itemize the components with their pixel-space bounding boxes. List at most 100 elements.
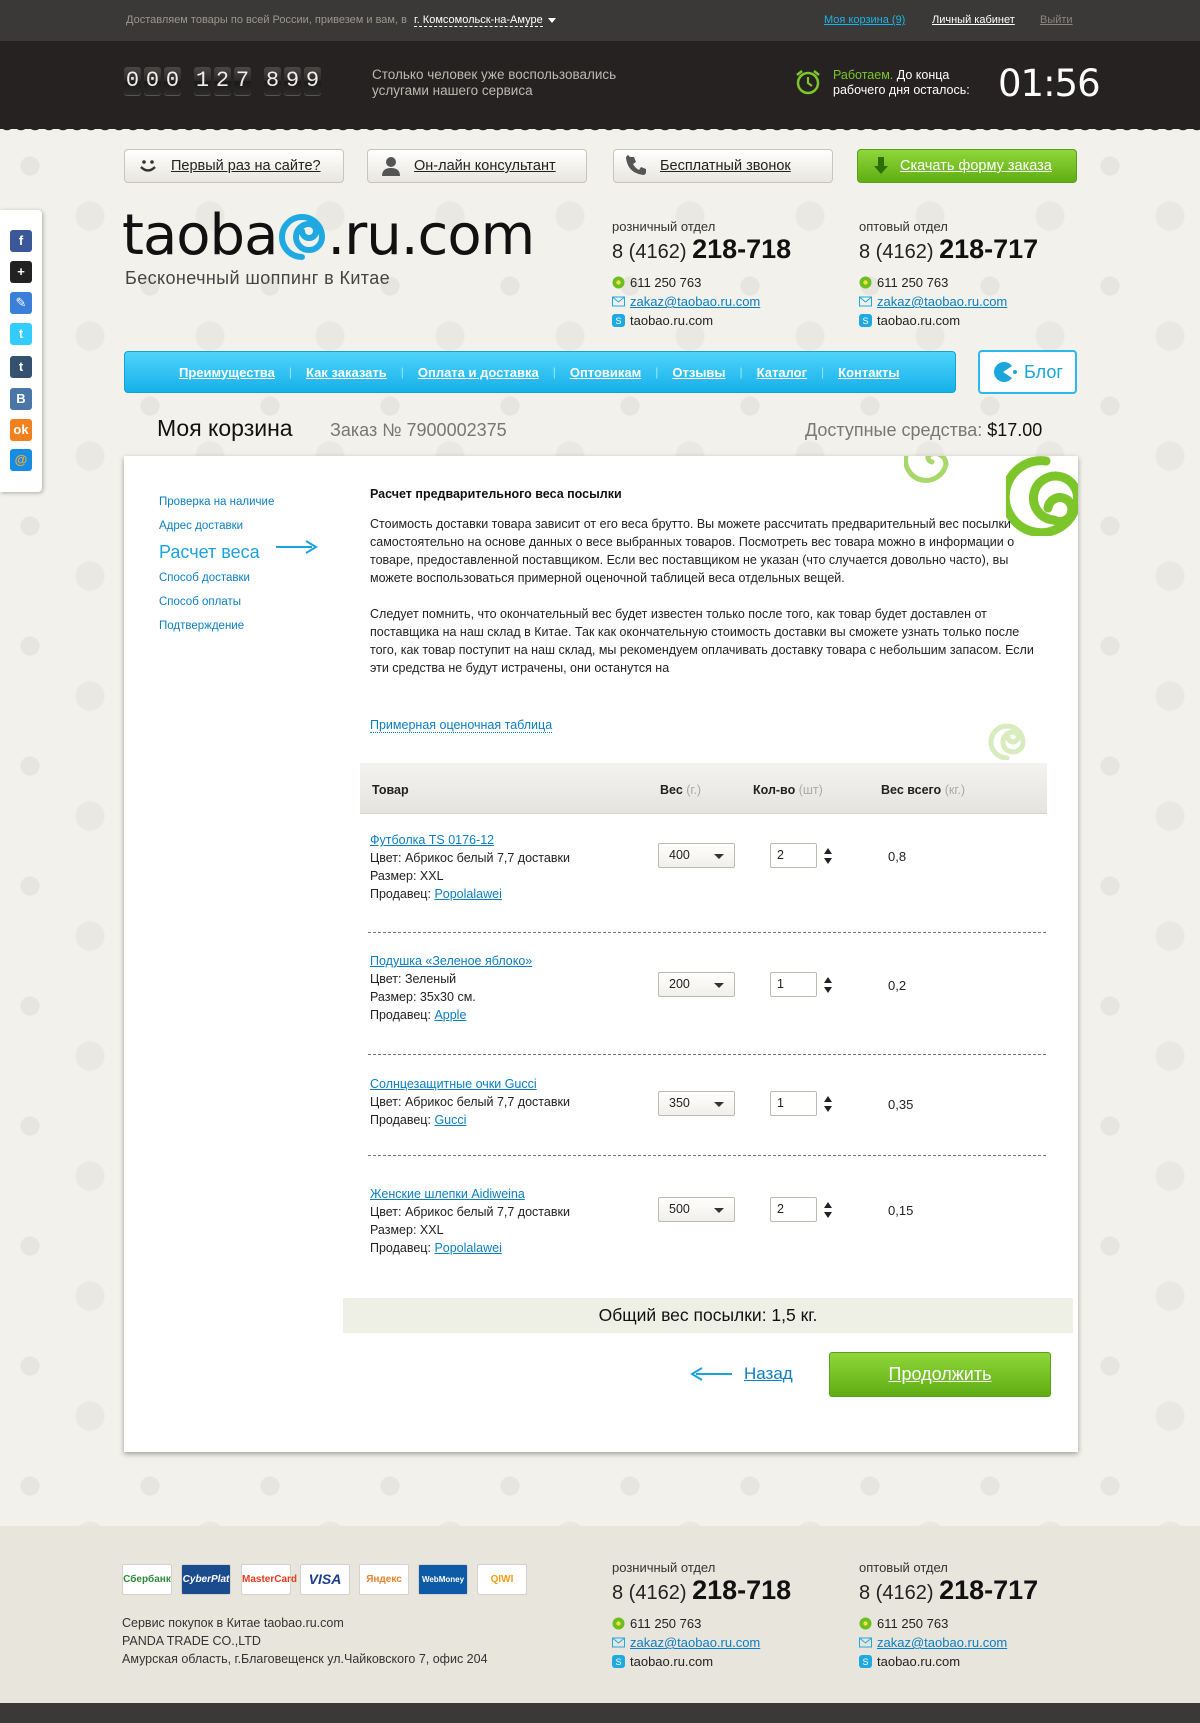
free-call-button[interactable]: Бесплатный звонок: [613, 149, 833, 183]
info-paragraph-2: Следует помнить, что окончательный вес б…: [370, 607, 1034, 675]
quantity-stepper-icon[interactable]: [823, 1201, 833, 1219]
step-weight[interactable]: Расчет веса: [159, 538, 274, 566]
seller-link[interactable]: Popolalawei: [434, 1241, 501, 1255]
step-availability[interactable]: Проверка на наличие: [159, 490, 274, 514]
wholesale-email-link[interactable]: zakaz@taobao.ru.com: [877, 294, 1007, 309]
wholesale-label: оптовый отдел: [859, 219, 948, 234]
nav-payment-delivery[interactable]: Оплата и доставка: [404, 365, 553, 380]
weight-value: 500: [669, 1202, 690, 1216]
quantity-stepper-icon[interactable]: [823, 847, 833, 865]
vkontakte-icon[interactable]: B: [10, 388, 32, 410]
retail-phone: 8 (4162) 218-718: [612, 1575, 791, 1606]
site-logo[interactable]: taoba .ru.com: [122, 206, 535, 266]
odnoklassniki-icon[interactable]: ok: [10, 419, 32, 441]
col-item: Товар: [372, 783, 409, 797]
retail-contacts: розничный отдел 8 (4162) 218-718 611 250…: [612, 219, 791, 328]
weight-value: 400: [669, 848, 690, 862]
logout-link[interactable]: Выйти: [1040, 14, 1073, 26]
seller-link[interactable]: Apple: [434, 1008, 466, 1022]
footer-wholesale-contacts: оптовый отдел 8 (4162) 218-717 611 250 7…: [859, 1560, 1038, 1669]
city-selector[interactable]: г. Комсомольск-на-Амуре: [414, 14, 543, 27]
first-time-button[interactable]: Первый раз на сайте?: [124, 149, 344, 183]
counter-digit: 9: [304, 67, 321, 95]
mail-ru-icon[interactable]: @: [10, 449, 32, 471]
email-icon: [859, 1637, 872, 1648]
working-hours: Работаем. До конца рабочего дня осталось…: [833, 68, 970, 98]
step-address[interactable]: Адрес доставки: [159, 514, 274, 538]
wholesale-phone: 8 (4162) 218-717: [859, 1575, 1038, 1606]
twitter-icon[interactable]: t: [10, 323, 32, 345]
back-button[interactable]: Назад: [690, 1364, 793, 1384]
quantity-input[interactable]: 2: [770, 1197, 817, 1222]
download-form-button[interactable]: Скачать форму заказа: [857, 149, 1077, 183]
chevron-down-icon[interactable]: [547, 17, 556, 23]
wholesale-email-link[interactable]: zakaz@taobao.ru.com: [877, 1635, 1007, 1650]
table-row: Футболка TS 0176-12 Цвет: Абрикос белый …: [370, 831, 570, 903]
blog-button[interactable]: Блог: [978, 350, 1077, 394]
seller-link[interactable]: Popolalawei: [434, 887, 501, 901]
email-icon: [859, 296, 872, 307]
mastercard-logo: MasterCard: [241, 1564, 297, 1595]
nav-reviews[interactable]: Отзывы: [658, 365, 739, 380]
facebook-icon[interactable]: f: [10, 230, 32, 252]
footer-retail-contacts: розничный отдел 8 (4162) 218-718 611 250…: [612, 1560, 791, 1669]
user-icon: [382, 157, 400, 176]
product-link[interactable]: Подушка «Зеленое яблоко»: [370, 954, 532, 968]
delivery-notice: Доставляем товары по всей России, привез…: [126, 14, 556, 27]
email-icon: [612, 296, 625, 307]
company-line-1: Сервис покупок в Китае taobao.ru.com: [122, 1616, 344, 1630]
estimate-table-link[interactable]: Примерная оценочная таблица: [370, 718, 553, 733]
quantity-stepper-icon[interactable]: [823, 1095, 833, 1113]
product-size: Размер: XXL: [370, 1223, 444, 1237]
continue-button[interactable]: Продолжить: [829, 1352, 1051, 1397]
wholesale-contacts: оптовый отдел 8 (4162) 218-717 611 250 7…: [859, 219, 1038, 328]
product-link[interactable]: Солнцезащитные очки Gucci: [370, 1077, 537, 1091]
weight-select[interactable]: 350: [658, 1091, 735, 1116]
seller-label: Продавец:: [370, 887, 431, 901]
step-payment[interactable]: Способ оплаты: [159, 590, 274, 614]
google-plus-icon[interactable]: +: [10, 261, 32, 283]
seller-label: Продавец:: [370, 1241, 431, 1255]
nav-advantages[interactable]: Преимущества: [165, 365, 289, 380]
my-cart-link[interactable]: Моя корзина (9): [824, 14, 905, 26]
webmoney-logo: WebMoney: [418, 1564, 468, 1595]
weight-info-text: Стоимость доставки товара зависит от его…: [370, 515, 1036, 695]
company-line-3: Амурская область, г.Благовещенск ул.Чайк…: [122, 1652, 488, 1666]
tumblr-icon[interactable]: t: [10, 356, 32, 378]
quantity-input[interactable]: 1: [770, 1091, 817, 1116]
quantity-stepper-icon[interactable]: [823, 976, 833, 994]
retail-email-link[interactable]: zakaz@taobao.ru.com: [630, 294, 760, 309]
weight-select[interactable]: 400: [658, 843, 735, 868]
retail-phone-number: 218-718: [692, 1575, 792, 1605]
wholesale-icq: 611 250 763: [877, 1616, 949, 1631]
quantity-input[interactable]: 1: [770, 972, 817, 997]
col-qty-label: Кол-во: [753, 783, 796, 797]
online-consultant-button[interactable]: Он-лайн консультант: [367, 149, 587, 183]
row-total-weight: 0,2: [888, 978, 907, 993]
delicious-icon[interactable]: ✎: [10, 292, 32, 314]
weight-select[interactable]: 200: [658, 972, 735, 997]
product-link[interactable]: Футболка TS 0176-12: [370, 833, 494, 847]
phone-icon: [626, 155, 646, 175]
quantity-input[interactable]: 2: [770, 843, 817, 868]
svg-text:S: S: [615, 316, 621, 326]
product-link[interactable]: Женские шлепки Aidiweina: [370, 1187, 525, 1201]
weight-select[interactable]: 500: [658, 1197, 735, 1222]
table-row: Солнцезащитные очки Gucci Цвет: Абрикос …: [370, 1075, 570, 1129]
nav-contacts[interactable]: Контакты: [824, 365, 913, 380]
nav-catalog[interactable]: Каталог: [743, 365, 821, 380]
email-icon: [612, 1637, 625, 1648]
retail-label: розничный отдел: [612, 219, 716, 234]
nav-how-to-order[interactable]: Как заказать: [292, 365, 401, 380]
seller-link[interactable]: Gucci: [434, 1113, 466, 1127]
step-confirm[interactable]: Подтверждение: [159, 614, 274, 638]
step-delivery[interactable]: Способ доставки: [159, 566, 274, 590]
nav-wholesale[interactable]: Оптовикам: [556, 365, 655, 380]
icq-icon: [612, 1617, 625, 1630]
retail-email-link[interactable]: zakaz@taobao.ru.com: [630, 1635, 760, 1650]
retail-phone-code: 8 (4162): [612, 1582, 687, 1604]
page-title: Моя корзина: [157, 415, 293, 441]
checkout-steps: Проверка на наличие Адрес доставки Расче…: [159, 490, 274, 638]
icq-icon: [859, 1617, 872, 1630]
account-link[interactable]: Личный кабинет: [932, 14, 1015, 26]
